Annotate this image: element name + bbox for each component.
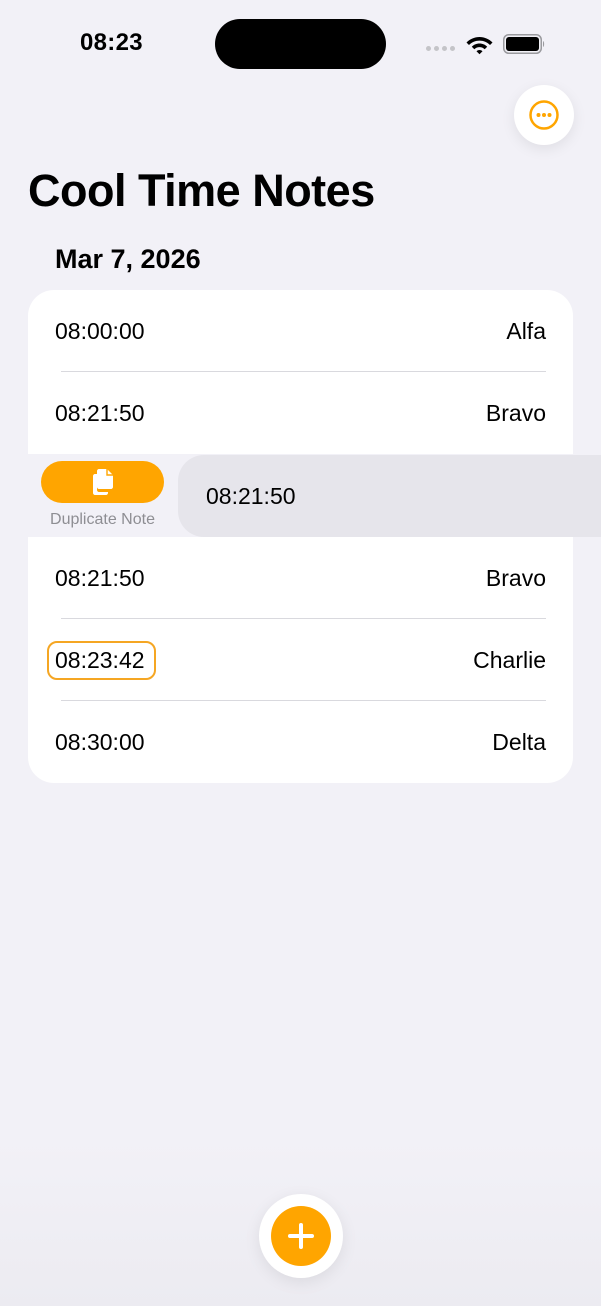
note-row-bravo[interactable]: 08:21:50 Bravo [28,537,573,619]
note-row-bravo[interactable]: 08:21:50 Bravo [28,372,573,454]
note-row-delta[interactable]: 08:30:00 Delta [28,701,573,783]
note-time: 08:21:50 [55,565,145,591]
battery-icon [503,34,545,54]
wifi-icon [466,37,493,55]
doc-on-doc-icon [92,469,113,495]
duplicate-note-button[interactable] [41,461,164,503]
ellipsis-circle-icon [529,100,559,130]
section-date-header: Mar 7, 2026 [55,244,201,274]
note-time: 08:21:50 [206,483,296,509]
more-options-button[interactable] [514,85,574,145]
cellular-signal-icon [426,46,455,51]
swiped-note-row[interactable]: Duplicate Note 08:21:50 [0,455,601,537]
note-name: Alfa [506,318,546,344]
note-time: 08:30:00 [55,729,145,755]
duplicate-note-label: Duplicate Note [50,511,155,528]
plus-icon [288,1223,314,1249]
note-row-alfa[interactable]: 08:00:00 Alfa [28,290,573,372]
note-name: Bravo [485,400,546,426]
add-note-button-container[interactable] [259,1194,343,1278]
note-name: Charlie [473,647,546,673]
note-name: Delta [492,729,546,755]
notes-list-bottom: 08:21:50 Bravo 08:23:42 Charlie 08:30:00… [28,537,573,783]
note-time: 08:00:00 [55,318,145,344]
note-row-charlie[interactable]: 08:23:42 Charlie [28,619,573,701]
swiped-note-content[interactable]: 08:21:50 [178,455,601,537]
add-note-button[interactable] [271,1206,331,1266]
status-time: 08:23 [80,29,143,56]
note-time: 08:21:50 [55,400,145,426]
page-title: Cool Time Notes [28,165,375,216]
notes-list-top: 08:00:00 Alfa 08:21:50 Bravo [28,290,573,454]
note-name: Bravo [485,565,546,591]
dynamic-island [215,19,386,69]
note-time[interactable]: 08:23:42 [55,619,145,701]
